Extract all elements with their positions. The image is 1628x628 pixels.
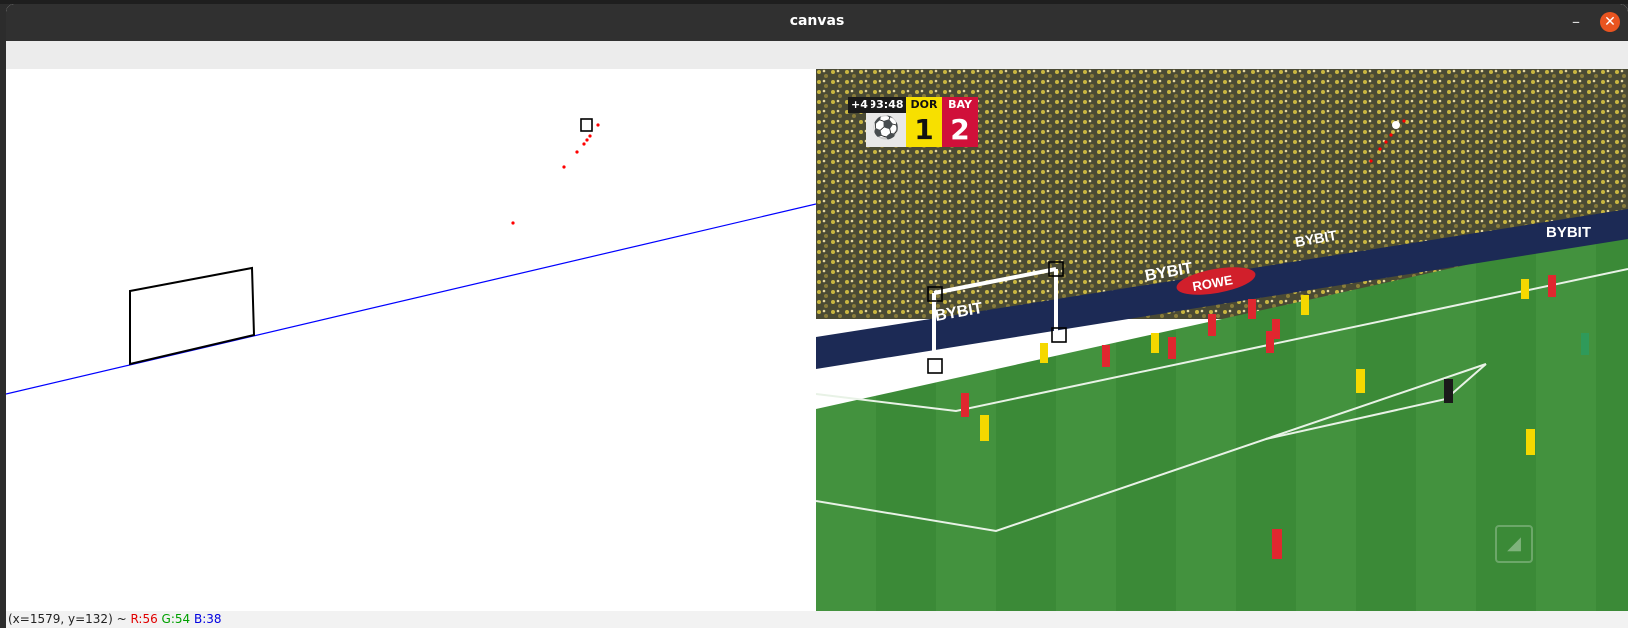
status-bar: (x=1579, y=132) ~ R:56 G:54 B:38 [6,611,1628,628]
horizon-line [6,203,817,395]
trajectory-point [1402,119,1406,123]
ad-text: BYBIT [1546,224,1591,241]
trajectory-point [1369,159,1373,163]
home-team-score: 1 [914,113,934,146]
projection-svg [6,118,817,395]
league-logo-icon: ⚽ [872,116,900,141]
home-team-abbr: DOR [910,98,938,111]
projection-view [6,69,817,611]
video-frame: BYBIT BYBIT BYBIT BYBIT ROWE +4 93:48 ⚽ … [816,69,1628,611]
minimize-button[interactable]: – [1566,12,1586,32]
trajectory-point [588,134,592,138]
trajectory-point [1378,147,1382,151]
canvas-window: canvas – ✕ BYBIT BYBIT BYBIT BYBIT ROWE … [6,4,1628,628]
trajectory-point [596,123,600,127]
pixel-b-value: B:38 [193,612,222,626]
title-bar[interactable]: canvas – ✕ [6,4,1628,41]
league-watermark-icon: ◢ [1495,525,1533,563]
trajectory-point [575,150,579,154]
window-title: canvas [789,13,845,29]
close-button[interactable]: ✕ [1600,12,1620,32]
image-canvas[interactable]: BYBIT BYBIT BYBIT BYBIT ROWE +4 93:48 ⚽ … [6,69,1628,611]
trajectory-point [582,142,586,146]
away-team-score: 2 [950,113,970,146]
scoreboard: +4 93:48 ⚽ DOR 1 BAY 2 [848,97,978,147]
pixel-g-value: G:54 [161,612,194,626]
pixel-r-value: R:56 [130,612,162,626]
match-clock-panel: 93:48 ⚽ [866,97,906,147]
ball-box [580,118,593,132]
away-team-abbr: BAY [948,98,972,111]
trajectory-point [1389,133,1393,137]
toolbar [6,41,1628,70]
away-team: BAY 2 [942,97,978,147]
cursor-coords: (x=1579, y=132) ~ [8,612,131,626]
ball [1392,121,1400,129]
home-team: DOR 1 [906,97,942,147]
extra-time: +4 [848,97,871,113]
trajectory-point [511,221,515,225]
trajectory-point [1384,140,1388,144]
trajectory-point [585,138,589,142]
goal-frame-outline [129,266,256,366]
trajectory-point [562,165,566,169]
match-clock: 93:48 [866,97,906,113]
